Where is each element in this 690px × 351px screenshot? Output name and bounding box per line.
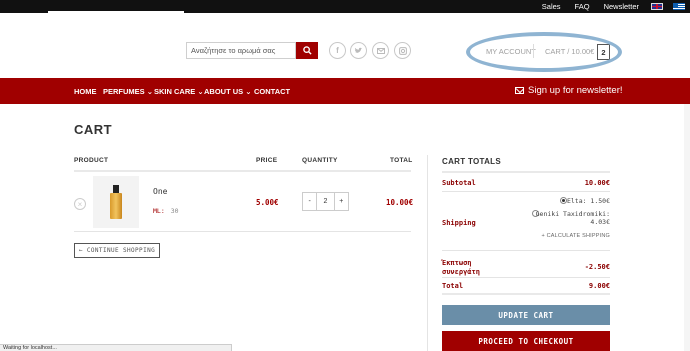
column-header-total: TOTAL: [390, 157, 413, 164]
uk-flag-icon[interactable]: [651, 3, 663, 10]
nav-contact-label: CONTACT: [254, 87, 291, 96]
highlight-annotation: [466, 32, 622, 72]
facebook-icon[interactable]: f: [329, 42, 346, 59]
shipping-label: Shipping: [442, 219, 476, 227]
shipping-option-geniki[interactable]: Geniki Taxidromiki: 4.03€: [530, 210, 610, 226]
totals-divider: [427, 155, 428, 351]
calculate-shipping-link[interactable]: + CALCULATE SHIPPING: [541, 233, 610, 239]
faq-link[interactable]: FAQ: [568, 2, 597, 11]
discount-divider: [442, 277, 610, 278]
nav-about-us[interactable]: ABOUT US ⌄: [204, 87, 252, 96]
logo-area[interactable]: [48, 11, 184, 15]
shipping-option-elta[interactable]: Elta: 1.50€: [567, 197, 610, 205]
email-icon[interactable]: [372, 42, 389, 59]
item-price: 5.00€: [256, 198, 279, 207]
subtotal-value: 10.00€: [584, 179, 610, 187]
quantity-increase-button[interactable]: +: [335, 193, 348, 210]
total-divider: [442, 293, 610, 295]
newsletter-signup-link[interactable]: Sign up for newsletter!: [515, 85, 623, 96]
newsletter-link[interactable]: Newsletter: [597, 2, 646, 11]
continue-shopping-button[interactable]: ← CONTINUE SHOPPING: [74, 243, 160, 258]
chevron-down-icon: ⌄: [146, 87, 154, 96]
discount-value: -2.50€: [584, 263, 610, 271]
nav-perfumes-label: PERFUMES: [103, 87, 145, 96]
table-header-divider: [74, 170, 411, 172]
variation-value: 30: [170, 207, 179, 215]
search-button[interactable]: [296, 42, 318, 59]
subtotal-label: Subtotal: [442, 179, 476, 187]
total-label: Total: [442, 282, 464, 290]
chevron-down-icon: ⌄: [197, 87, 204, 96]
nav-home[interactable]: HOME: [74, 87, 97, 96]
nav-about-us-label: ABOUT US: [204, 87, 244, 96]
top-links: Sales FAQ Newsletter: [535, 0, 690, 13]
product-name-link[interactable]: One: [153, 187, 167, 196]
cart-totals-title: CART TOTALS: [442, 157, 501, 166]
column-header-product: PRODUCT: [74, 157, 109, 164]
column-header-quantity: QUANTITY: [302, 157, 338, 164]
mail-icon: [515, 87, 524, 94]
product-variation: ML: 30: [153, 207, 179, 215]
remove-item-button[interactable]: ×: [74, 198, 86, 210]
discount-label: Έκπτωση συνεργάτη: [442, 259, 480, 276]
total-value: 9.00€: [588, 282, 610, 290]
column-header-price: PRICE: [256, 157, 278, 164]
subtotal-divider: [442, 191, 610, 192]
chevron-down-icon: ⌄: [245, 87, 252, 96]
quantity-input[interactable]: 2: [316, 193, 335, 210]
nav-skin-care-label: SKIN CARE: [154, 87, 196, 96]
product-thumbnail[interactable]: [93, 176, 139, 228]
search-icon: [302, 46, 312, 55]
page-title: CART: [74, 122, 113, 137]
nav-skin-care[interactable]: SKIN CARE ⌄: [154, 87, 204, 96]
quantity-decrease-button[interactable]: -: [303, 193, 316, 210]
twitter-icon[interactable]: [350, 42, 367, 59]
instagram-icon[interactable]: [394, 42, 411, 59]
table-row-divider: [74, 231, 411, 232]
main-nav: HOME PERFUMES ⌄ SKIN CARE ⌄ ABOUT US ⌄ C…: [0, 78, 690, 104]
shipping-radio-elta[interactable]: [560, 197, 567, 204]
variation-label: ML:: [153, 207, 165, 215]
update-cart-button[interactable]: UPDATE CART: [442, 305, 610, 325]
greek-flag-icon[interactable]: [673, 3, 685, 10]
item-total: 10.00€: [386, 198, 414, 207]
sales-link[interactable]: Sales: [535, 2, 568, 11]
search-input[interactable]: Αναζήτησε το αρωμά σας: [186, 42, 296, 59]
perfume-bottle-image: [110, 185, 122, 219]
scrollbar[interactable]: [684, 104, 690, 351]
browser-status-bar: Waiting for localhost...: [0, 344, 232, 351]
nav-home-label: HOME: [74, 87, 97, 96]
proceed-to-checkout-button[interactable]: PROCEED TO CHECKOUT: [442, 331, 610, 351]
quantity-stepper: - 2 +: [302, 192, 349, 211]
shipping-divider: [442, 250, 610, 251]
nav-perfumes[interactable]: PERFUMES ⌄: [103, 87, 153, 96]
newsletter-signup-label: Sign up for newsletter!: [528, 85, 623, 96]
totals-header-divider: [442, 171, 610, 173]
nav-contact[interactable]: CONTACT: [254, 87, 290, 96]
